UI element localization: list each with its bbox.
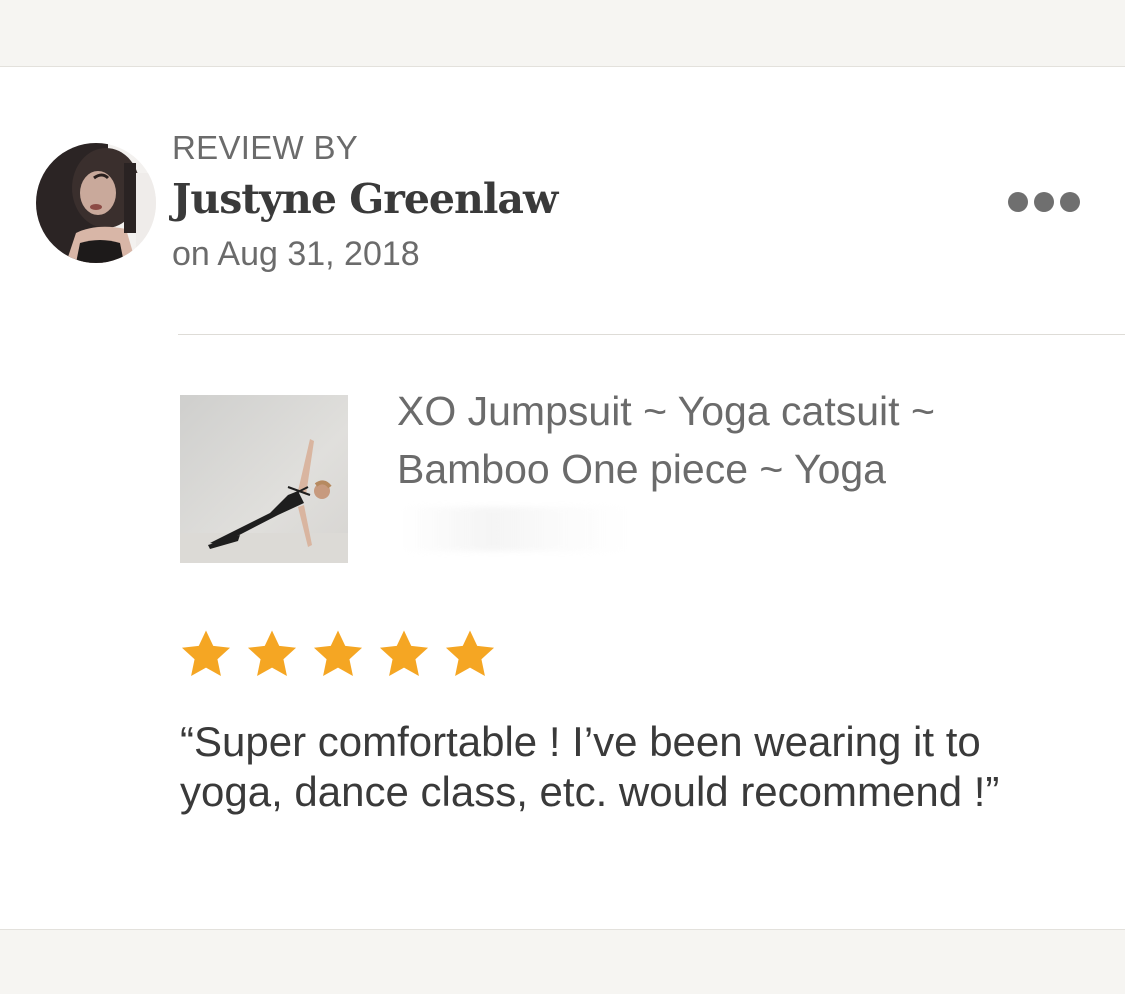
section-divider [178,334,1125,335]
bottom-background-strip [0,929,1125,994]
top-background-strip [0,0,1125,67]
more-options-icon-dot [1034,192,1054,212]
review-card: REVIEW BY Justyne Greenlaw on Aug 31, 20… [0,67,1125,929]
star-icon [313,630,363,676]
review-by-label: REVIEW BY [172,129,359,166]
star-icon [181,630,231,676]
product-photo [180,395,348,563]
star-rating [178,627,498,683]
star-icon [379,630,429,676]
faded-product-detail [400,507,630,551]
star-icon [247,630,297,676]
more-options-icon [1008,192,1028,212]
product-title-link[interactable]: XO Jumpsuit ~ Yoga catsuit ~ Bamboo One … [397,382,1037,498]
review-date: on Aug 31, 2018 [172,235,420,273]
reviewer-name-link[interactable]: Justyne Greenlaw [172,175,558,223]
review-text: “Super comfortable ! I’ve been wearing i… [180,718,1000,815]
product-thumbnail[interactable] [180,395,348,563]
star-icon [445,630,495,676]
avatar-photo [36,143,156,263]
reviewer-avatar[interactable] [36,143,156,263]
more-options-button[interactable] [998,185,1090,219]
more-options-icon-dot [1060,192,1080,212]
